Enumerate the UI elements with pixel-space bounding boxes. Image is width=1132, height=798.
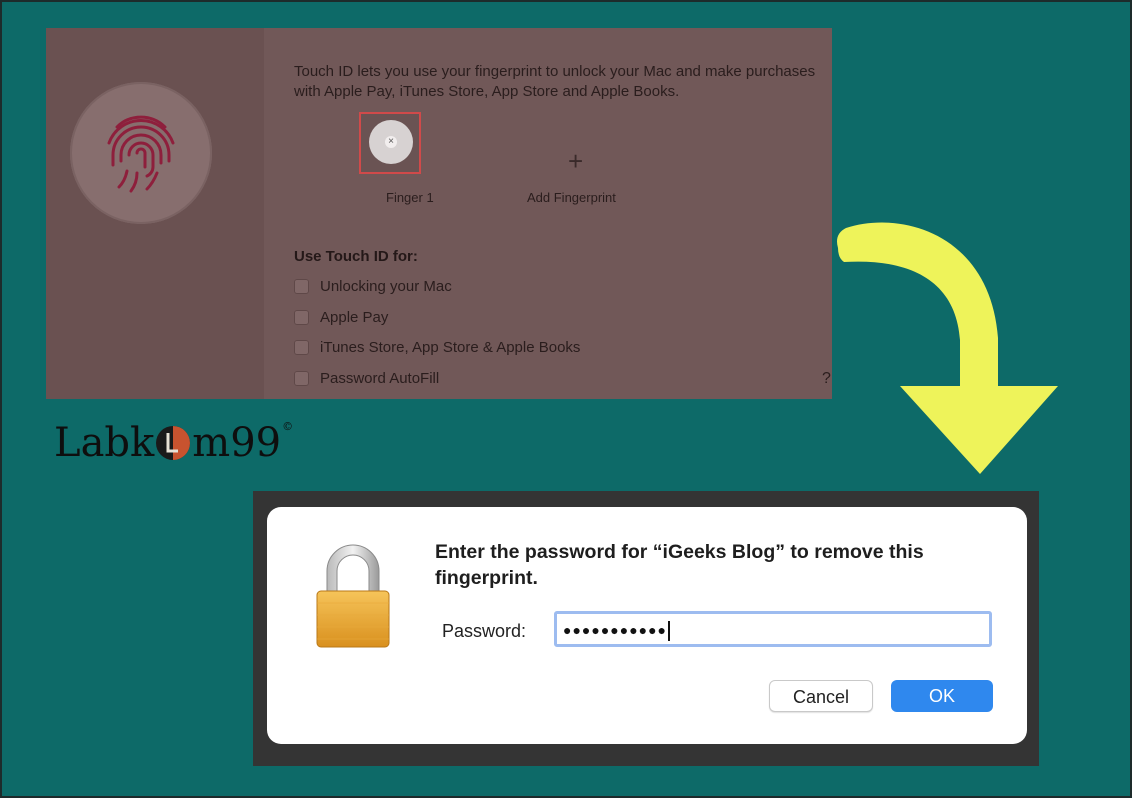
option-itunes-app-store-books[interactable]: iTunes Store, App Store & Apple Books: [294, 339, 580, 356]
option-label: Unlocking your Mac: [320, 278, 452, 295]
touch-id-panel: Touch ID lets you use your fingerprint t…: [46, 28, 832, 399]
dialog-backdrop: Enter the password for “iGeeks Blog” to …: [253, 491, 1039, 766]
option-label: iTunes Store, App Store & Apple Books: [320, 339, 581, 356]
add-fingerprint-label[interactable]: Add Fingerprint: [527, 190, 616, 205]
fingerprint-thumbnail-icon: ×: [369, 120, 413, 164]
fingerprint-icon: [70, 82, 212, 224]
password-dialog: Enter the password for “iGeeks Blog” to …: [267, 507, 1027, 744]
watermark-logo: Labk m99 ©: [54, 420, 293, 466]
password-label: Password:: [442, 621, 527, 641]
checkbox[interactable]: [294, 371, 309, 386]
finger-1-label: Finger 1: [386, 190, 434, 205]
checkbox[interactable]: [294, 310, 309, 325]
copyright-mark: ©: [282, 420, 294, 433]
checkbox[interactable]: [294, 279, 309, 294]
use-touch-id-heading: Use Touch ID for:: [294, 248, 418, 265]
option-label: Password AutoFill: [320, 370, 440, 387]
help-button[interactable]: ?: [822, 370, 831, 388]
cancel-button[interactable]: Cancel: [769, 680, 873, 712]
remove-fingerprint-icon[interactable]: ×: [385, 136, 397, 148]
watermark-prefix: Labk: [54, 420, 155, 466]
option-password-autofill[interactable]: Password AutoFill: [294, 370, 439, 387]
padlock-icon: [316, 544, 390, 648]
watermark-emblem-icon: [156, 426, 191, 460]
finger-1-tile[interactable]: ×: [359, 112, 421, 174]
password-field[interactable]: ●●●●●●●●●●●: [554, 611, 992, 647]
touch-id-description: Touch ID lets you use your fingerprint t…: [294, 63, 816, 100]
dialog-title: Enter the password for “iGeeks Blog” to …: [435, 541, 924, 589]
checkbox[interactable]: [294, 340, 309, 355]
text-caret: [668, 621, 671, 642]
curved-down-arrow-icon: [837, 222, 1058, 474]
password-value: ●●●●●●●●●●●: [563, 622, 668, 638]
watermark-suffix: m99: [192, 420, 282, 466]
option-label: Apple Pay: [320, 309, 389, 326]
option-unlocking-mac[interactable]: Unlocking your Mac: [294, 278, 452, 295]
ok-button[interactable]: OK: [891, 680, 993, 712]
plus-icon[interactable]: +: [568, 148, 583, 174]
option-apple-pay[interactable]: Apple Pay: [294, 309, 388, 326]
